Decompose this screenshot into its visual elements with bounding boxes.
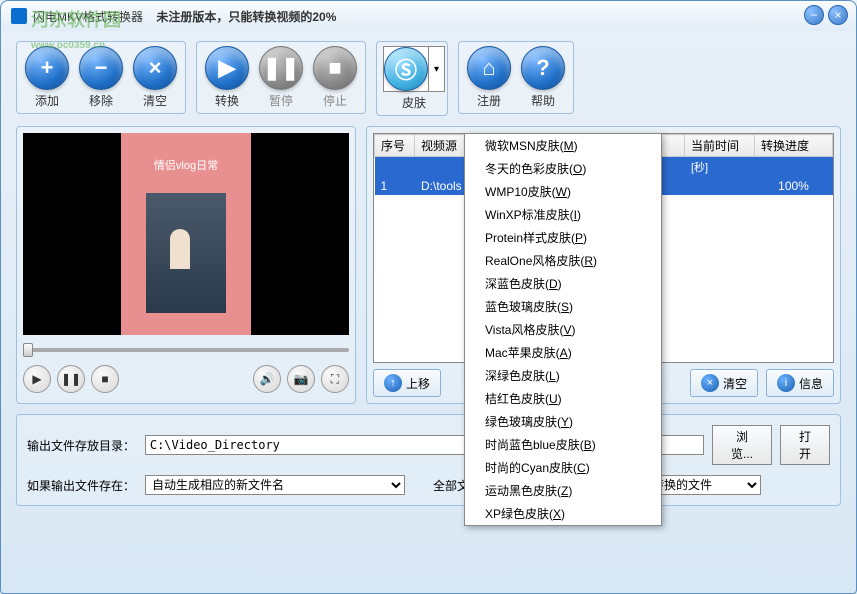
titlebar: 闪电MKV格式转换器 未注册版本，只能转换视频的20% − × [1, 1, 856, 31]
skin-menu-item[interactable]: Protein样式皮肤(P) [465, 226, 661, 249]
x-icon: × [707, 377, 713, 389]
toolbar: + 添加 − 移除 × 清空 ▶ 转换 ❚❚ 暂停 ■ 停止 Ⓢ ▾ [1, 31, 856, 126]
stop-button[interactable]: ■ [91, 365, 119, 393]
help-button[interactable]: ? 帮助 [521, 46, 565, 109]
skin-menu-item[interactable]: WMP10皮肤(W) [465, 180, 661, 203]
skin-menu-item[interactable]: 桔红色皮肤(U) [465, 387, 661, 410]
info-icon: i [785, 377, 787, 389]
volume-button[interactable]: 🔊 [253, 365, 281, 393]
move-up-button[interactable]: ↑ 上移 [373, 369, 441, 397]
x-icon: × [149, 55, 162, 81]
pause-icon: ❚❚ [61, 372, 81, 386]
skin-menu-item[interactable]: XP绿色皮肤(X) [465, 502, 661, 525]
skin-menu-item[interactable]: 深绿色皮肤(L) [465, 364, 661, 387]
skin-menu-item[interactable]: 时尚蓝色blue皮肤(B) [465, 433, 661, 456]
fullscreen-button[interactable]: ⛶ [321, 365, 349, 393]
minimize-button[interactable]: − [804, 5, 824, 25]
exists-label: 如果输出文件存在： [27, 477, 137, 494]
output-dir-label: 输出文件存放目录： [27, 437, 137, 454]
skin-dropdown-menu: 微软MSN皮肤(M)冬天的色彩皮肤(O)WMP10皮肤(W)WinXP标准皮肤(… [464, 133, 662, 526]
stop-icon: ■ [328, 55, 341, 81]
open-button[interactable]: 打开 [780, 425, 830, 465]
col-progress[interactable]: 转换进度 [755, 135, 833, 157]
register-button[interactable]: ⌂ 注册 [467, 46, 511, 109]
skin-menu-item[interactable]: Mac苹果皮肤(A) [465, 341, 661, 364]
video-preview: 情侣vlog日常 [23, 133, 349, 335]
stop-button: ■ 停止 [313, 46, 357, 109]
play-icon: ▶ [219, 55, 236, 81]
skin-menu-item[interactable]: 冬天的色彩皮肤(O) [465, 157, 661, 180]
preview-panel: 情侣vlog日常 ▶ ❚❚ ■ 🔊 📷 ⛶ [16, 126, 356, 404]
col-index[interactable]: 序号 [375, 135, 415, 157]
pause-button[interactable]: ❚❚ [57, 365, 85, 393]
skin-icon: Ⓢ [395, 53, 417, 85]
skin-menu-item[interactable]: 运动黑色皮肤(Z) [465, 479, 661, 502]
plus-icon: + [41, 55, 54, 81]
skin-menu-item[interactable]: 绿色玻璃皮肤(Y) [465, 410, 661, 433]
skin-menu-item[interactable]: 微软MSN皮肤(M) [465, 134, 661, 157]
play-button[interactable]: ▶ [23, 365, 51, 393]
arrow-up-icon: ↑ [390, 377, 396, 389]
pause-icon: ❚❚ [263, 55, 300, 81]
stop-icon: ■ [101, 372, 108, 386]
skin-menu-item[interactable]: RealOne风格皮肤(R) [465, 249, 661, 272]
info-button[interactable]: i 信息 [766, 369, 834, 397]
expand-icon: ⛶ [331, 372, 339, 387]
convert-button[interactable]: ▶ 转换 [205, 46, 249, 109]
browse-button[interactable]: 浏览... [712, 425, 772, 465]
camera-icon: 📷 [294, 372, 309, 386]
remove-button[interactable]: − 移除 [79, 46, 123, 109]
skin-menu-item[interactable]: 时尚的Cyan皮肤(C) [465, 456, 661, 479]
skin-dropdown-arrow[interactable]: ▾ [428, 47, 444, 91]
skin-menu-item[interactable]: 深蓝色皮肤(D) [465, 272, 661, 295]
skin-menu-item[interactable]: WinXP标准皮肤(I) [465, 203, 661, 226]
exists-select[interactable]: 自动生成相应的新文件名 [145, 475, 405, 495]
pause-button: ❚❚ 暂停 [259, 46, 303, 109]
play-icon: ▶ [32, 372, 41, 386]
title-text: 闪电MKV格式转换器 未注册版本，只能转换视频的20% [33, 8, 336, 25]
clear-button[interactable]: × 清空 [133, 46, 177, 109]
app-logo [11, 8, 27, 24]
col-time[interactable]: 当前时间 [685, 135, 755, 157]
home-icon: ⌂ [482, 55, 495, 81]
seek-slider[interactable] [23, 343, 349, 357]
speaker-icon: 🔊 [260, 372, 275, 386]
clear-list-button[interactable]: × 清空 [690, 369, 758, 397]
close-button[interactable]: × [828, 5, 848, 25]
output-settings: 输出文件存放目录： 浏览... 打开 如果输出文件存在： 自动生成相应的新文件名… [16, 414, 841, 506]
minus-icon: − [95, 55, 108, 81]
question-icon: ? [536, 55, 549, 81]
add-button[interactable]: + 添加 [25, 46, 69, 109]
video-thumbnail [146, 193, 226, 313]
snapshot-button[interactable]: 📷 [287, 365, 315, 393]
skin-menu-item[interactable]: 蓝色玻璃皮肤(S) [465, 295, 661, 318]
skin-menu-item[interactable]: Vista风格皮肤(V) [465, 318, 661, 341]
video-caption: 情侣vlog日常 [154, 157, 218, 173]
skin-button[interactable]: Ⓢ ▾ 皮肤 [383, 46, 445, 111]
